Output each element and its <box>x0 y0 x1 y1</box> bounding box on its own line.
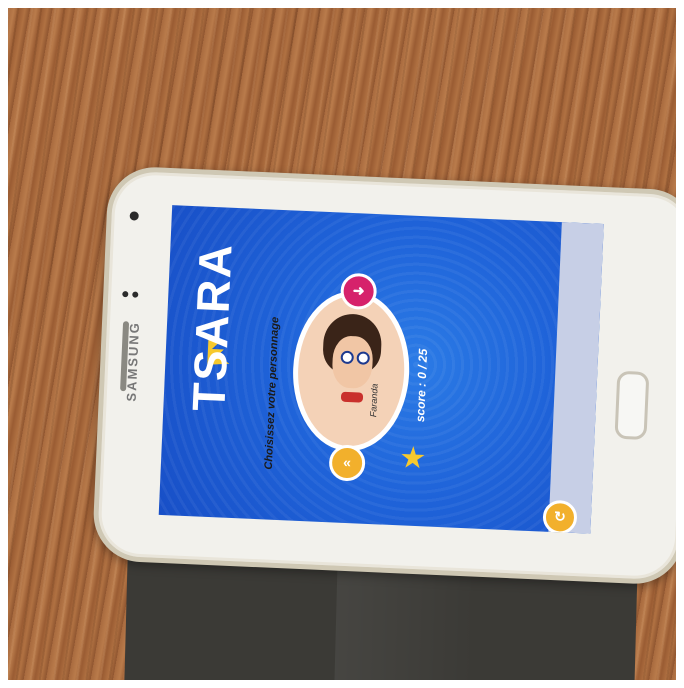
device-brand: SAMSUNG <box>123 320 143 402</box>
home-button[interactable] <box>614 370 650 441</box>
arrow-next-icon: ➜ <box>352 282 365 299</box>
app-screen: TSARA Choisissez votre personnage Farand… <box>158 205 604 534</box>
refresh-button[interactable]: ↻ <box>542 499 578 534</box>
photo-background: SAMSUNG TSARA Choisissez votre personnag… <box>8 8 676 680</box>
smartphone: SAMSUNG TSARA Choisissez votre personnag… <box>91 165 676 586</box>
app-title: TSARA <box>182 241 242 413</box>
proximity-sensor <box>122 291 129 298</box>
light-sensor <box>132 291 139 298</box>
app-title-block: TSARA <box>182 241 272 441</box>
star-icon: ★ <box>398 441 428 476</box>
front-camera <box>129 211 139 221</box>
score-value: 0 / 25 <box>414 348 431 380</box>
refresh-icon: ↻ <box>553 508 567 525</box>
score-label: score : <box>412 382 429 423</box>
character-name: Faranda <box>368 383 380 418</box>
chevron-left-icon: « <box>342 453 352 471</box>
character-bow <box>340 391 364 403</box>
